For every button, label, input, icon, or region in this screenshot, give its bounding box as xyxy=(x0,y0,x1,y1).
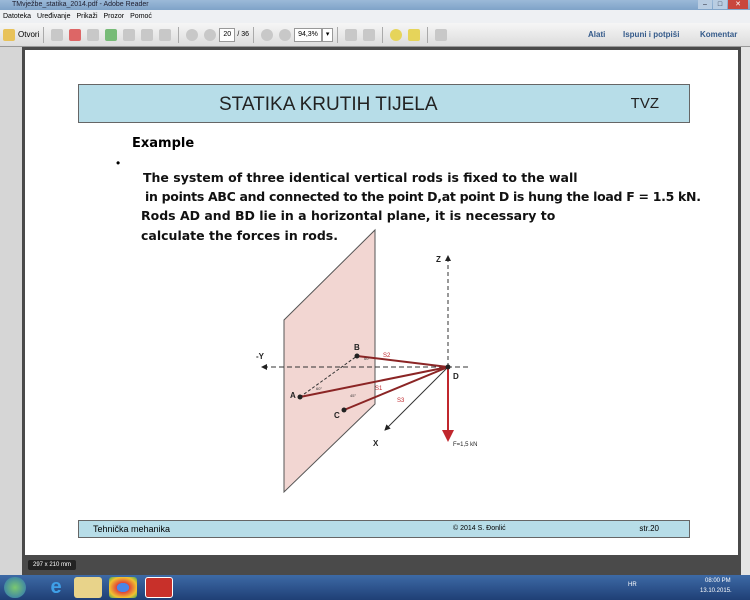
chrome-icon[interactable] xyxy=(109,577,137,598)
clock-time[interactable]: 08:00 PM xyxy=(705,578,731,584)
internet-explorer-icon[interactable]: e xyxy=(42,577,70,598)
file-explorer-icon[interactable] xyxy=(74,577,102,598)
footer-page: str.20 xyxy=(639,524,659,533)
point-c: C xyxy=(334,411,340,420)
angle-c: 45° xyxy=(350,393,356,398)
start-button-icon[interactable] xyxy=(4,577,26,598)
x-axis xyxy=(384,366,449,431)
clock-date[interactable]: 13.10.2015. xyxy=(700,588,732,594)
footer-course: Tehnička mehanika xyxy=(93,524,171,534)
s2-label: S2 xyxy=(383,353,391,359)
point-a: A xyxy=(290,391,296,400)
angle-a: 60° xyxy=(316,386,322,391)
angle-b: 60° xyxy=(364,356,370,361)
s3-label: S3 xyxy=(397,398,405,404)
point-d: D xyxy=(453,372,459,381)
wall-plane xyxy=(283,228,376,494)
force-label: F=1,5 kN xyxy=(453,442,478,448)
page-size-tooltip: 297 x 210 mm xyxy=(28,560,77,570)
language-indicator[interactable]: HR xyxy=(628,582,637,588)
footer-copyright: © 2014 S. Đonlić xyxy=(453,525,506,532)
slide-footer: Tehnička mehanika © 2014 S. Đonlić str.2… xyxy=(78,520,690,538)
adobe-reader-icon[interactable] xyxy=(145,577,173,598)
s1-label: S1 xyxy=(375,386,383,392)
z-label: Z xyxy=(436,255,441,264)
x-label: X xyxy=(373,439,379,448)
rod-diagram: Z -Y X A B C D S2 S1 S3 F=1,5 kN 60° 60°… xyxy=(256,228,478,494)
point-b: B xyxy=(354,343,360,352)
y-label: -Y xyxy=(256,352,265,361)
